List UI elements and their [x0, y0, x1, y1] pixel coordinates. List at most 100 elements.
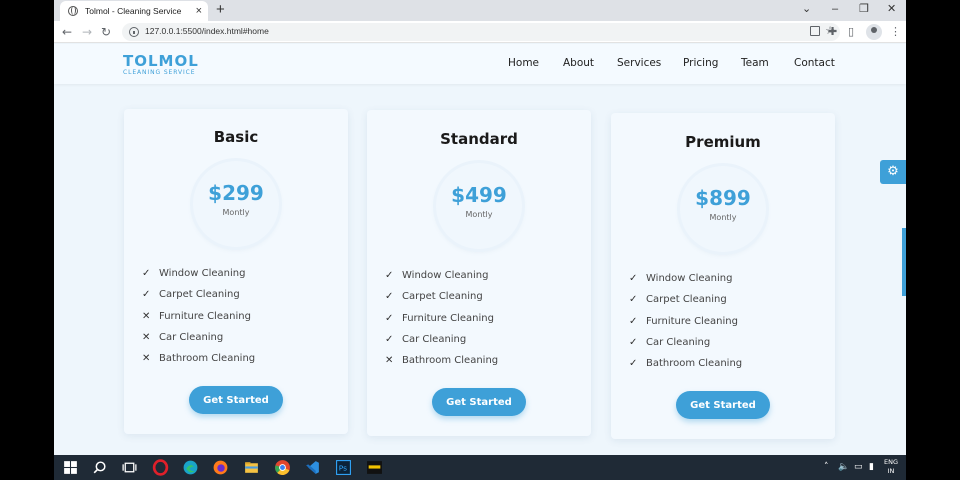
- chrome-icon[interactable]: [274, 459, 291, 476]
- nav-contact[interactable]: Contact: [794, 57, 835, 69]
- firefox-icon[interactable]: [212, 459, 229, 476]
- menu-icon[interactable]: ⋮: [890, 24, 901, 40]
- svg-text:Ps: Ps: [339, 464, 347, 473]
- feature-label: Window Cleaning: [646, 273, 733, 284]
- side-panel-icon[interactable]: ▯: [848, 24, 854, 40]
- nav-pricing[interactable]: Pricing: [683, 57, 718, 69]
- app-icon[interactable]: [366, 459, 383, 476]
- chevron-up-icon[interactable]: ˄: [824, 460, 829, 474]
- globe-icon: [68, 6, 78, 16]
- network-icon[interactable]: ▭: [854, 460, 863, 474]
- check-icon: ✓: [385, 291, 394, 303]
- check-icon: ✓: [629, 358, 638, 370]
- minimize-button[interactable]: –: [832, 2, 838, 17]
- feature-list: ✓ Window Cleaning ✓ Carpet Cleaning ✓ Furni…: [385, 269, 498, 375]
- feature-label: Car Cleaning: [402, 333, 467, 345]
- edge-icon[interactable]: [182, 459, 199, 476]
- chevron-down-icon[interactable]: ⌄: [802, 2, 811, 17]
- pricing-card-standard: Standard $499 Montly ✓ Window Cleaning ✓ C…: [367, 110, 591, 436]
- search-icon[interactable]: [91, 459, 108, 476]
- pricing-card-premium: Premium $899 Montly ✓ Window Cleaning ✓ Ca…: [611, 113, 835, 439]
- plan-title: Premium: [685, 133, 761, 151]
- language-indicator[interactable]: ENG IN: [884, 458, 898, 476]
- site-logo[interactable]: TOLMOL CLEANING SERVICE: [123, 53, 199, 77]
- check-icon: ✓: [629, 315, 638, 327]
- plan-price: $499: [451, 183, 507, 207]
- new-tab-button[interactable]: +: [216, 1, 225, 19]
- back-button[interactable]: ←: [62, 24, 72, 40]
- address-bar[interactable]: 127.0.0.1:5500/index.html#home ☆: [122, 23, 840, 41]
- feature-item: ✕ Bathroom Cleaning: [385, 354, 498, 375]
- restore-button[interactable]: ❐: [859, 2, 869, 17]
- nav-services[interactable]: Services: [617, 57, 661, 69]
- feature-item: ✓ Carpet Cleaning: [629, 293, 742, 314]
- get-started-button[interactable]: Get Started: [676, 391, 770, 419]
- feature-label: Bathroom Cleaning: [646, 358, 743, 370]
- check-icon: ✓: [629, 294, 638, 306]
- feature-label: Carpet Cleaning: [646, 294, 727, 306]
- price-circle: $299 Montly: [193, 161, 279, 247]
- task-view-icon[interactable]: [121, 459, 138, 476]
- plan-period: Montly: [709, 213, 737, 222]
- plan-price: $899: [695, 186, 751, 210]
- close-window-button[interactable]: ✕: [887, 2, 896, 17]
- tab-close-button[interactable]: ×: [196, 4, 202, 18]
- feature-item: ✓ Car Cleaning: [385, 333, 498, 354]
- plan-title: Standard: [440, 130, 518, 148]
- pricing-card-basic: Basic $299 Montly ✓ Window Cleaning ✓ Carp…: [124, 109, 348, 434]
- browser-toolbar: ← → ↻ 127.0.0.1:5500/index.html#home ☆ ✚…: [54, 21, 906, 43]
- vscode-icon[interactable]: [304, 459, 321, 476]
- file-explorer-icon[interactable]: [243, 459, 260, 476]
- reload-button[interactable]: ↻: [101, 24, 111, 40]
- screen: Tolmol - Cleaning Service × + ⌄ – ❐ ✕ ← …: [0, 0, 960, 480]
- volume-icon[interactable]: 🔈: [838, 460, 849, 474]
- logo-main: TOLMOL: [123, 52, 199, 70]
- logo-tagline: CLEANING SERVICE: [123, 69, 196, 76]
- feature-item: ✓ Window Cleaning: [629, 272, 742, 293]
- forward-button[interactable]: →: [82, 24, 92, 40]
- profile-avatar[interactable]: [866, 24, 882, 40]
- feature-item: ✕ Bathroom Cleaning: [142, 352, 255, 373]
- cross-icon: ✕: [142, 310, 151, 322]
- tab-title: Tolmol - Cleaning Service: [85, 6, 182, 16]
- cross-icon: ✕: [142, 353, 151, 365]
- feature-label: Window Cleaning: [159, 268, 246, 279]
- feature-label: Car Cleaning: [159, 331, 224, 343]
- price-circle: $499 Montly: [436, 163, 522, 249]
- feature-label: Furniture Cleaning: [402, 312, 494, 324]
- browser-window: Tolmol - Cleaning Service × + ⌄ – ❐ ✕ ← …: [54, 0, 906, 455]
- nav-about[interactable]: About: [563, 57, 594, 69]
- nav-team[interactable]: Team: [741, 57, 769, 69]
- feature-label: Carpet Cleaning: [402, 291, 483, 303]
- feature-label: Bathroom Cleaning: [402, 355, 499, 367]
- get-started-button[interactable]: Get Started: [432, 388, 526, 416]
- feature-list: ✓ Window Cleaning ✓ Carpet Cleaning ✓ Furni…: [629, 272, 742, 378]
- check-icon: ✓: [385, 312, 394, 324]
- photoshop-icon[interactable]: Ps: [335, 459, 352, 476]
- info-icon[interactable]: [129, 27, 139, 37]
- battery-icon[interactable]: ▮: [869, 460, 874, 474]
- feature-label: Window Cleaning: [402, 270, 489, 281]
- share-icon[interactable]: [810, 26, 820, 36]
- feature-item: ✕ Furniture Cleaning: [142, 310, 255, 331]
- check-icon: ✓: [142, 268, 151, 279]
- scrollbar-thumb[interactable]: [902, 228, 906, 296]
- gear-icon[interactable]: ⚙: [880, 160, 906, 184]
- nav-home[interactable]: Home: [508, 57, 539, 69]
- check-icon: ✓: [142, 289, 151, 301]
- check-icon: ✓: [385, 333, 394, 345]
- extensions-icon[interactable]: ✚: [828, 24, 837, 40]
- feature-item: ✓ Furniture Cleaning: [385, 312, 498, 333]
- browser-tab[interactable]: Tolmol - Cleaning Service ×: [60, 1, 208, 21]
- site-header: TOLMOL CLEANING SERVICE Home About Servi…: [54, 44, 906, 84]
- taskbar: Ps ˄ 🔈 ▭ ▮ ENG IN: [54, 455, 906, 480]
- feature-label: Car Cleaning: [646, 336, 711, 348]
- get-started-button[interactable]: Get Started: [189, 386, 283, 414]
- cross-icon: ✕: [385, 355, 394, 367]
- plan-title: Basic: [213, 128, 259, 146]
- cross-icon: ✕: [142, 331, 151, 343]
- feature-item: ✓ Window Cleaning: [385, 269, 498, 290]
- tab-strip: Tolmol - Cleaning Service × + ⌄ – ❐ ✕: [54, 0, 906, 21]
- opera-icon[interactable]: [152, 459, 169, 476]
- windows-start-icon[interactable]: [62, 459, 79, 476]
